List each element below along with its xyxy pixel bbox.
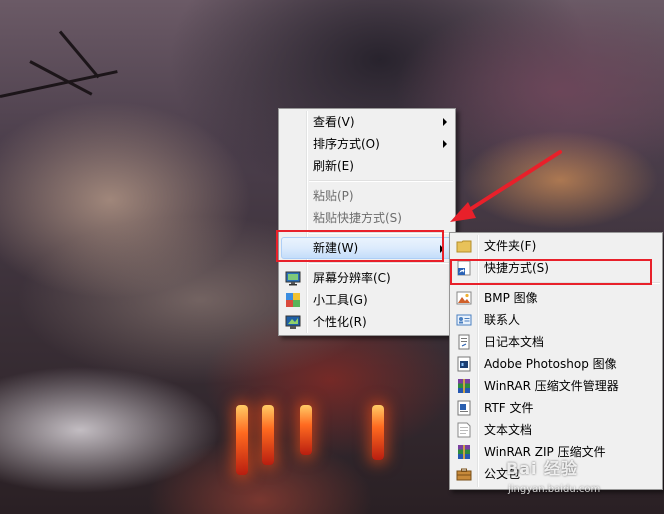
baidu-watermark-url: jingyan.baidu.com xyxy=(508,484,601,495)
annotation-arrow-icon xyxy=(450,150,562,222)
baidu-watermark: Bai 经验 xyxy=(506,459,579,478)
